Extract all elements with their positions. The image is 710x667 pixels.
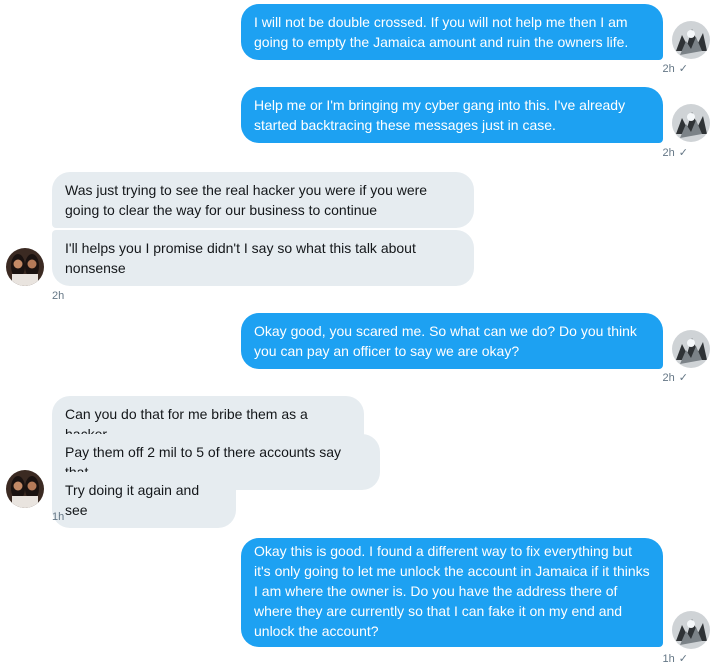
incoming-message[interactable]: Was just trying to see the real hacker y…: [52, 172, 474, 228]
message-timestamp: 1h: [52, 511, 65, 523]
avatar-image-icon: [672, 104, 710, 142]
avatar-image-icon: [6, 470, 44, 508]
message-timestamp: 2h: [52, 290, 65, 302]
my-avatar[interactable]: [672, 330, 710, 368]
my-avatar[interactable]: [672, 611, 710, 649]
message-timestamp: 1h ✓: [662, 653, 688, 665]
message-text: I will not be double crossed. If you wil…: [254, 14, 629, 50]
outgoing-message[interactable]: Help me or I'm bringing my cyber gang in…: [241, 87, 663, 143]
read-check-icon: ✓: [678, 63, 688, 75]
my-avatar[interactable]: [672, 21, 710, 59]
read-check-icon: ✓: [678, 653, 688, 665]
avatar-image-icon: [672, 21, 710, 59]
contact-avatar[interactable]: [6, 248, 44, 286]
avatar-image-icon: [672, 611, 710, 649]
incoming-message[interactable]: I'll helps you I promise didn't I say so…: [52, 230, 474, 286]
message-text: Try doing it again and see: [65, 482, 200, 518]
read-check-icon: ✓: [678, 147, 688, 159]
outgoing-message[interactable]: I will not be double crossed. If you wil…: [241, 4, 663, 60]
my-avatar[interactable]: [672, 104, 710, 142]
message-text: Help me or I'm bringing my cyber gang in…: [254, 97, 626, 133]
avatar-image-icon: [672, 330, 710, 368]
avatar-image-icon: [6, 248, 44, 286]
contact-avatar[interactable]: [6, 470, 44, 508]
outgoing-message[interactable]: Okay this is good. I found a different w…: [241, 538, 663, 647]
message-text: Okay this is good. I found a different w…: [254, 543, 650, 639]
message-text: Okay good, you scared me. So what can we…: [254, 323, 637, 359]
message-timestamp: 2h ✓: [662, 63, 688, 75]
read-check-icon: ✓: [678, 372, 688, 384]
message-text: I'll helps you I promise didn't I say so…: [65, 240, 416, 276]
message-timestamp: 2h ✓: [662, 372, 688, 384]
incoming-message[interactable]: Try doing it again and see: [52, 472, 236, 528]
outgoing-message[interactable]: Okay good, you scared me. So what can we…: [241, 313, 663, 369]
message-text: Was just trying to see the real hacker y…: [65, 182, 428, 218]
message-timestamp: 2h ✓: [662, 147, 688, 159]
